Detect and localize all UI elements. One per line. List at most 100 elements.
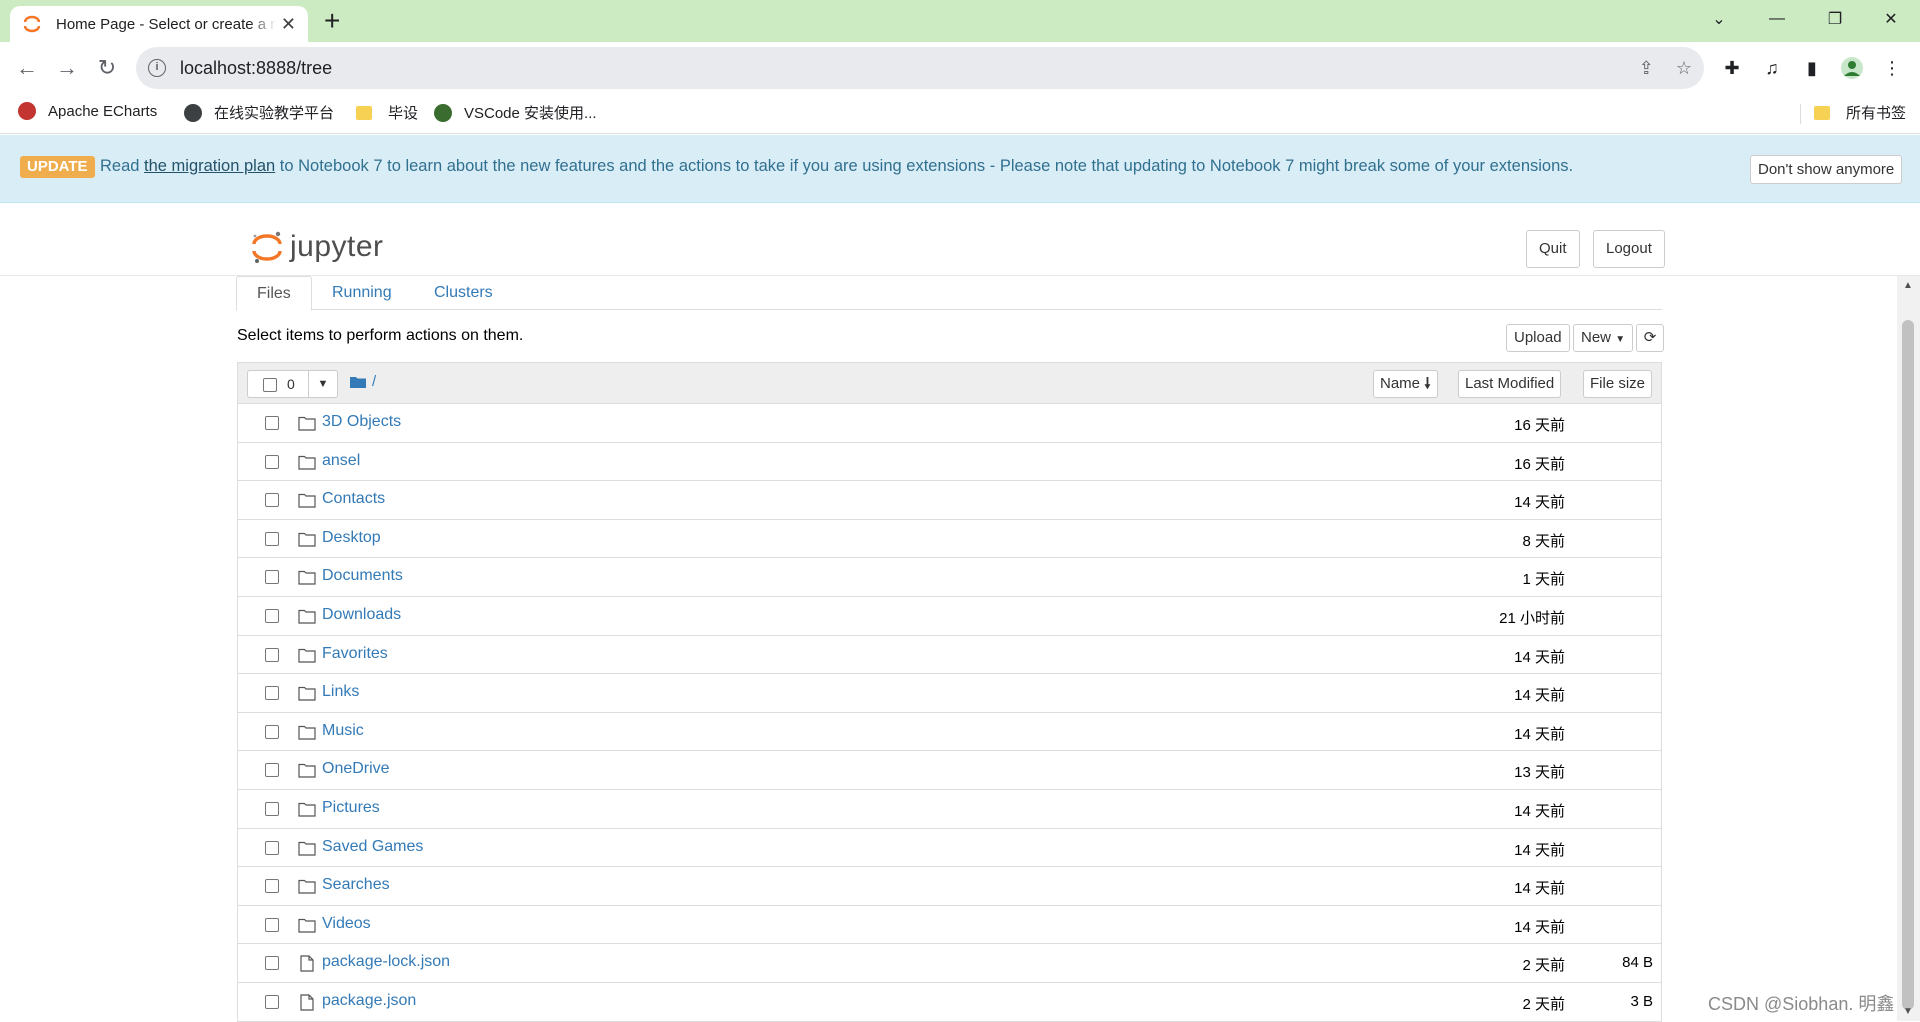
breadcrumb[interactable]: / [350,373,376,390]
list-item[interactable]: Pictures 14 天前 [238,790,1661,829]
media-control-icon[interactable]: ♫ [1760,56,1784,80]
list-item[interactable]: Favorites 14 天前 [238,636,1661,675]
new-tab-plus-icon[interactable]: + [324,6,340,36]
item-name-link[interactable]: package.json [322,992,416,1010]
select-all-checkbox[interactable] [263,378,277,392]
tab-running[interactable]: Running [312,276,412,311]
sort-by-size-button[interactable]: File size [1583,370,1653,398]
close-icon[interactable]: ✕ [281,14,296,35]
row-checkbox[interactable] [265,570,279,585]
reload-icon[interactable]: ↻ [94,55,120,81]
logout-button[interactable]: Logout [1593,230,1665,268]
row-checkbox[interactable] [265,608,279,623]
restore-icon[interactable]: ❐ [1806,0,1864,38]
quit-button[interactable]: Quit [1526,230,1580,268]
window-close-icon[interactable]: ✕ [1862,0,1920,38]
list-item[interactable]: Searches 14 天前 [238,867,1661,906]
item-name-link[interactable]: Desktop [322,529,381,547]
row-checkbox[interactable] [265,493,279,508]
address-bar[interactable]: i localhost:8888/tree ⇪ ☆ [136,47,1704,89]
bookmark-vscode[interactable]: VSCode 安装使用... [434,102,597,123]
item-name-link[interactable]: Contacts [322,490,385,508]
sort-by-modified-button[interactable]: Last Modified [1458,370,1562,398]
list-item[interactable]: Documents 1 天前 [238,558,1661,597]
scrollbar-thumb[interactable] [1902,320,1914,1010]
jupyter-logo[interactable]: jupyter [250,230,384,264]
select-hint: Select items to perform actions on them. [237,327,524,344]
upload-button[interactable]: Upload [1506,324,1570,352]
item-last-modified: 1 天前 [1522,571,1565,589]
scroll-down-arrow-icon[interactable]: ▼ [1903,1006,1913,1017]
list-item[interactable]: 3D Objects 16 天前 [238,404,1661,443]
list-item[interactable]: Links 14 天前 [238,674,1661,713]
side-panel-icon[interactable]: ▮ [1800,56,1824,80]
item-name-link[interactable]: Saved Games [322,838,423,856]
list-item[interactable]: ansel 16 天前 [238,443,1661,482]
row-checkbox[interactable] [265,801,279,816]
all-bookmarks[interactable]: 所有书签 [1814,102,1906,123]
row-checkbox[interactable] [265,647,279,662]
select-all-control[interactable]: 0 [247,370,309,398]
row-checkbox[interactable] [265,686,279,701]
breadcrumb-root[interactable]: / [372,373,376,390]
profile-avatar[interactable] [1840,56,1864,80]
item-name-link[interactable]: Documents [322,567,403,585]
bookmark-experiment-platform[interactable]: 在线实验教学平台 [184,102,334,123]
row-checkbox[interactable] [265,956,279,971]
row-checkbox[interactable] [265,763,279,778]
list-item[interactable]: Saved Games 14 天前 [238,829,1661,868]
dont-show-anymore-button[interactable]: Don't show anymore [1750,155,1903,184]
selection-dropdown-toggle[interactable]: ▼ [308,370,338,398]
tab-files[interactable]: Files [236,276,312,311]
list-item[interactable]: package.json 2 天前 3 B [238,983,1661,1022]
bookmark-star-icon[interactable]: ☆ [1676,58,1692,79]
row-checkbox[interactable] [265,531,279,546]
row-checkbox[interactable] [265,917,279,932]
page-scrollbar[interactable]: ▲ ▼ [1897,276,1920,1021]
item-name-link[interactable]: Videos [322,915,371,933]
list-item[interactable]: Downloads 21 小时前 [238,597,1661,636]
item-name-link[interactable]: Favorites [322,645,388,663]
url-text[interactable]: localhost:8888/tree [180,58,332,79]
item-name-link[interactable]: Downloads [322,606,401,624]
back-arrow-icon[interactable]: ← [14,55,40,81]
list-item[interactable]: Desktop 8 天前 [238,520,1661,559]
folder-icon [298,492,316,508]
row-checkbox[interactable] [265,994,279,1009]
row-checkbox[interactable] [265,416,279,430]
bookmark-echarts[interactable]: Apache ECharts [18,102,157,120]
tab-search-chevron-icon[interactable]: ⌄ [1690,0,1748,38]
migration-plan-link[interactable]: the migration plan [144,157,275,175]
share-icon[interactable]: ⇪ [1639,58,1654,79]
site-info-icon[interactable]: i [148,59,166,77]
row-checkbox[interactable] [265,840,279,855]
list-item[interactable]: Contacts 14 天前 [238,481,1661,520]
item-name-link[interactable]: Music [322,722,364,740]
folder-icon [298,569,316,585]
bookmark-folder-bishe[interactable]: 毕设 [356,102,418,123]
item-name-link[interactable]: OneDrive [322,760,390,778]
extensions-puzzle-icon[interactable]: ✚ [1720,56,1744,80]
browser-tab[interactable]: Home Page - Select or create a notebook … [10,6,308,42]
minimize-icon[interactable]: — [1748,0,1806,38]
row-checkbox[interactable] [265,454,279,469]
new-dropdown-button[interactable]: New ▼ [1573,324,1634,352]
more-vertical-icon[interactable]: ⋮ [1880,56,1904,80]
row-checkbox[interactable] [265,879,279,894]
list-item[interactable]: Videos 14 天前 [238,906,1661,945]
sort-by-name-button[interactable]: Name 🠗 [1373,370,1438,398]
list-item[interactable]: package-lock.json 2 天前 84 B [238,944,1661,983]
item-name-link[interactable]: Searches [322,876,390,894]
list-item[interactable]: Music 14 天前 [238,713,1661,752]
item-name-link[interactable]: Links [322,683,359,701]
list-item[interactable]: OneDrive 13 天前 [238,751,1661,790]
tab-clusters[interactable]: Clusters [414,276,513,311]
item-name-link[interactable]: 3D Objects [322,413,401,431]
refresh-button[interactable]: ⟳ [1636,324,1664,352]
item-name-link[interactable]: Pictures [322,799,380,817]
row-checkbox[interactable] [265,724,279,739]
item-name-link[interactable]: ansel [322,452,360,470]
scroll-up-arrow-icon[interactable]: ▲ [1903,280,1913,291]
forward-arrow-icon[interactable]: → [54,55,80,81]
item-name-link[interactable]: package-lock.json [322,953,450,971]
